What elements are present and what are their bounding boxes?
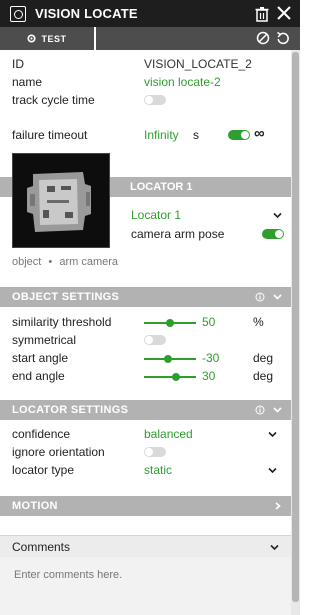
end-angle-label: end angle [12, 369, 65, 383]
object-settings-header[interactable]: OBJECT SETTINGS [0, 287, 291, 307]
name-label: name [12, 75, 43, 89]
locator-type-label: locator type [12, 463, 75, 477]
similarity-value[interactable]: 50 [202, 314, 215, 330]
reset-icon[interactable] [276, 31, 290, 45]
end-angle-value[interactable]: 30 [202, 368, 215, 384]
chevron-down-icon[interactable] [268, 467, 277, 474]
confidence-select[interactable]: balanced [144, 426, 193, 442]
metal-part-image [13, 154, 109, 247]
gear-icon [27, 34, 37, 43]
symmetrical-toggle[interactable] [144, 335, 166, 345]
title-bar: VISION LOCATE [0, 0, 300, 27]
test-button[interactable]: TEST [0, 27, 94, 50]
camera-arm-pose-label: camera arm pose [131, 227, 225, 241]
chevron-down-icon[interactable] [273, 212, 282, 219]
comments-textarea[interactable]: Enter comments here. [0, 557, 291, 615]
chevron-down-icon[interactable] [273, 293, 282, 301]
scrollbar-thumb[interactable] [292, 52, 299, 602]
confidence-label: confidence [12, 427, 71, 441]
name-field[interactable]: vision locate-2 [144, 74, 221, 90]
failure-timeout-field[interactable]: Infinity [144, 127, 179, 143]
locator-settings-title: LOCATOR SETTINGS [12, 404, 129, 416]
caption-separator: • [48, 256, 53, 268]
start-angle-slider[interactable] [144, 354, 196, 364]
failure-infinity-toggle[interactable] [228, 130, 250, 140]
caption-object: object [12, 256, 42, 268]
locator-type-select[interactable]: static [144, 462, 172, 478]
info-icon[interactable] [255, 292, 265, 302]
slider-knob[interactable] [166, 319, 174, 327]
ignore-orientation-label: ignore orientation [12, 445, 105, 459]
caption-camera: arm camera [59, 256, 119, 268]
toolbar: TEST [0, 27, 300, 50]
toolbar-divider [94, 27, 96, 50]
object-preview-image[interactable] [12, 153, 110, 248]
comments-title: Comments [12, 540, 71, 554]
similarity-label: similarity threshold [12, 315, 112, 329]
failure-timeout-unit: s [193, 128, 199, 142]
window-title: VISION LOCATE [35, 6, 138, 21]
preview-caption: object • arm camera [12, 254, 118, 270]
camera-arm-pose-toggle[interactable] [262, 229, 284, 239]
start-angle-label: start angle [12, 351, 69, 365]
chevron-down-icon[interactable] [270, 544, 279, 551]
end-angle-unit: deg [253, 369, 274, 383]
id-value: VISION_LOCATE_2 [144, 57, 252, 71]
track-cycle-label: track cycle time [12, 93, 95, 107]
chevron-down-icon[interactable] [268, 431, 277, 438]
chevron-right-icon[interactable] [273, 502, 282, 510]
similarity-unit: % [253, 315, 264, 329]
info-icon[interactable] [255, 405, 265, 415]
locator-bar-left [0, 177, 12, 197]
motion-header[interactable]: MOTION [0, 496, 291, 516]
slider-knob[interactable] [164, 355, 172, 363]
disable-icon[interactable] [256, 31, 270, 45]
scrollbar[interactable] [291, 50, 300, 615]
close-icon[interactable] [276, 5, 292, 21]
trash-icon[interactable] [254, 6, 270, 22]
slider-knob[interactable] [172, 373, 180, 381]
failure-timeout-label: failure timeout [12, 128, 88, 142]
start-angle-value[interactable]: -30 [202, 350, 219, 366]
locator-header: LOCATOR 1 [110, 177, 291, 197]
comments-header[interactable]: Comments [0, 535, 291, 557]
symmetrical-label: symmetrical [12, 333, 77, 347]
track-cycle-toggle[interactable] [144, 95, 166, 105]
motion-title: MOTION [12, 500, 58, 512]
test-button-label: TEST [41, 33, 67, 44]
camera-icon [10, 5, 26, 22]
similarity-slider[interactable] [144, 318, 196, 328]
end-angle-slider[interactable] [144, 372, 196, 382]
ignore-orientation-toggle[interactable] [144, 447, 166, 457]
chevron-down-icon[interactable] [273, 406, 282, 414]
id-label: ID [12, 57, 24, 71]
locator-settings-header[interactable]: LOCATOR SETTINGS [0, 400, 291, 420]
locator-select[interactable]: Locator 1 [131, 207, 181, 223]
infinity-icon: ∞ [254, 125, 265, 142]
object-settings-title: OBJECT SETTINGS [12, 291, 120, 303]
start-angle-unit: deg [253, 351, 274, 365]
comments-placeholder: Enter comments here. [14, 569, 123, 581]
